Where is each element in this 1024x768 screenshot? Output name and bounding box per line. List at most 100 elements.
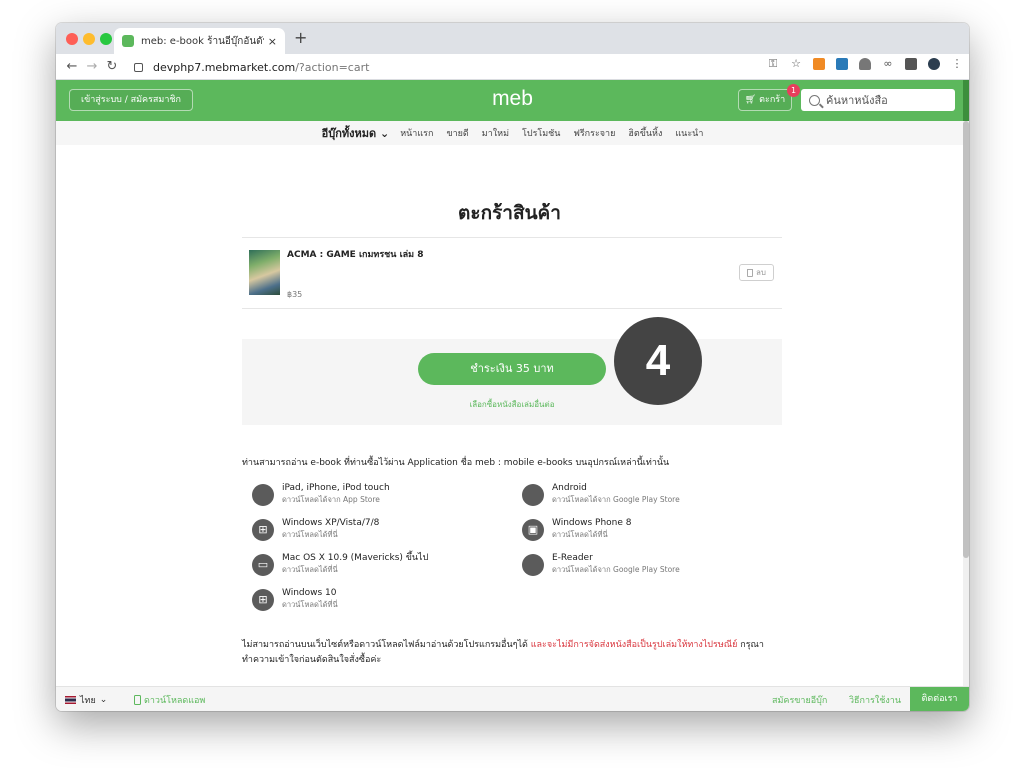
delete-button[interactable]: ลบ (739, 264, 774, 281)
close-window-button[interactable] (66, 33, 78, 45)
book-price: ฿35 (287, 290, 303, 299)
contact-us-button[interactable]: ติดต่อเรา (910, 687, 969, 711)
nav-item-bestseller[interactable]: ขายดี (446, 126, 468, 140)
search-icon[interactable] (809, 94, 820, 106)
book-cover-image[interactable] (249, 250, 280, 295)
platform-windows10[interactable]: ⊞ Windows 10 ดาวน์โหลดได้ที่นี่ (252, 587, 338, 611)
nav-all-ebooks[interactable]: อีบุ๊กทั้งหมด ⌄ (322, 124, 390, 142)
platform-ereader[interactable]: E-Reader ดาวน์โหลดได้จาก Google Play Stor… (522, 552, 680, 576)
windows-phone-icon: ▣ (522, 519, 544, 541)
profile-avatar-icon[interactable] (928, 58, 940, 70)
cart-icon: 🛒︎ (744, 95, 760, 105)
windows-icon: ⊞ (252, 519, 274, 541)
platform-ios[interactable]: iPad, iPhone, iPod touch ดาวน์โหลดได้จาก … (252, 482, 390, 506)
site-header: เข้าสู่ระบบ / สมัครสมาชิก meb 🛒︎ ตะกร้า … (56, 80, 969, 121)
platform-download: ดาวน์โหลดได้จาก Google Play Store (552, 565, 680, 574)
mac-icon: ▭ (252, 554, 274, 576)
reload-icon[interactable]: ↻ (102, 59, 122, 74)
android-icon (522, 484, 544, 506)
chevron-down-icon: ⌄ (99, 695, 108, 705)
ereader-icon (522, 554, 544, 576)
platform-windows-phone[interactable]: ▣ Windows Phone 8 ดาวน์โหลดได้ที่นี่ (522, 517, 632, 541)
download-app-link[interactable]: ดาวน์โหลดแอพ (134, 693, 205, 707)
nav-item-new[interactable]: มาใหม่ (482, 126, 509, 140)
platform-name: E-Reader (552, 553, 593, 563)
bookmark-star-icon[interactable]: ☆ (790, 58, 802, 70)
forward-arrow-icon[interactable]: → (82, 59, 102, 74)
pay-button[interactable]: ชำระเงิน 35 บาท (418, 353, 606, 385)
minimize-window-button[interactable] (83, 33, 95, 45)
nav-all-ebooks-label: อีบุ๊กทั้งหมด (321, 127, 377, 140)
chevron-down-icon: ⌄ (380, 127, 390, 140)
browser-toolbar: ← → ↻ devphp7.mebmarket.com /?action=car… (56, 54, 969, 80)
platform-list: iPad, iPhone, iPod touch ดาวน์โหลดได้จาก … (252, 482, 792, 622)
platform-android[interactable]: Android ดาวน์โหลดได้จาก Google Play Store (522, 482, 680, 506)
platform-name: iPad, iPhone, iPod touch (282, 483, 390, 493)
cart-page: ตะกร้าสินค้า ACMA : GAME เกมทรชน เล่ม 8 … (56, 145, 963, 686)
cart-label: ตะกร้า (759, 95, 786, 105)
nav-item-hits[interactable]: ฮิตขึ้นหิ้ง (628, 126, 662, 140)
search-input[interactable] (826, 93, 946, 107)
nav-item-recommended[interactable]: แนะนำ (675, 126, 703, 140)
sell-ebook-link[interactable]: สมัครขายอีบุ๊ก (772, 693, 827, 707)
book-title[interactable]: ACMA : GAME เกมทรชน เล่ม 8 (287, 247, 424, 261)
platform-windows[interactable]: ⊞ Windows XP/Vista/7/8 ดาวน์โหลดได้ที่นี่ (252, 517, 379, 541)
platform-download: ดาวน์โหลดได้จาก App Store (282, 495, 380, 504)
language-selector[interactable]: ไทย ⌄ (65, 693, 107, 707)
nav-item-home[interactable]: หน้าแรก (400, 126, 433, 140)
menu-dots-icon[interactable]: ⋮ (951, 58, 963, 70)
meb-favicon-icon (122, 35, 134, 47)
category-nav: อีบุ๊กทั้งหมด ⌄ หน้าแรก ขายดี มาใหม่ โปร… (56, 121, 969, 145)
tab-title: meb: e-book ร้านอีบุ๊กอันดับ 1 (พ... (141, 35, 264, 47)
platform-download: ดาวน์โหลดได้ที่นี่ (282, 565, 338, 574)
windows10-icon: ⊞ (252, 589, 274, 611)
link-icon[interactable]: ∞ (882, 58, 894, 70)
drive-icon[interactable] (859, 58, 871, 70)
platform-download: ดาวน์โหลดได้ที่นี่ (552, 530, 608, 539)
nav-item-free[interactable]: ฟรีกระจาย (573, 126, 615, 140)
delete-label: ลบ (756, 268, 766, 277)
search-box (801, 89, 955, 111)
cart-count-badge: 1 (787, 84, 800, 97)
nav-item-promotion[interactable]: โปรโมชัน (522, 126, 560, 140)
page-scrollbar[interactable] (963, 121, 969, 686)
platform-name: Windows 10 (282, 588, 337, 598)
platform-name: Android (552, 483, 587, 493)
url-host: devphp7.mebmarket.com (153, 60, 296, 74)
device-info-text: ท่านสามารถอ่าน e-book ที่ท่านซื้อไว้ผ่าน… (242, 458, 670, 468)
platform-download: ดาวน์โหลดได้ที่นี่ (282, 600, 338, 609)
browser-window: meb: e-book ร้านอีบุ๊กอันดับ 1 (พ... × +… (56, 23, 969, 711)
purchase-notice: ไม่สามารถอ่านบนเว็บไซต์หรือดาวน์โหลดไฟล์… (242, 638, 782, 668)
tab-close-icon[interactable]: × (268, 35, 277, 48)
continue-shopping-link[interactable]: เลือกซื้อหนังสือเล่มอื่นต่อ (242, 398, 782, 411)
address-bar[interactable]: devphp7.mebmarket.com /?action=cart (134, 57, 778, 77)
browser-tab[interactable]: meb: e-book ร้านอีบุ๊กอันดับ 1 (พ... × (114, 28, 285, 54)
extension-blue-icon[interactable] (836, 58, 848, 70)
page-title: ตะกร้าสินค้า (458, 202, 561, 224)
cart-item: ACMA : GAME เกมทรชน เล่ม 8 ฿35 ลบ (242, 237, 782, 309)
how-to-link[interactable]: วิธีการใช้งาน (849, 693, 901, 707)
platform-download: ดาวน์โหลดได้ที่นี่ (282, 530, 338, 539)
cart-button[interactable]: 🛒︎ ตะกร้า (738, 89, 792, 111)
bottom-bar: ไทย ⌄ ดาวน์โหลดแอพ สมัครขายอีบุ๊ก วิธีกา… (56, 686, 969, 711)
maximize-window-button[interactable] (100, 33, 112, 45)
language-label: ไทย (80, 696, 96, 706)
extension-orange-icon[interactable] (813, 58, 825, 70)
step-number-badge: 4 (614, 317, 702, 405)
thai-flag-icon (65, 696, 76, 704)
download-app-label: ดาวน์โหลดแอพ (144, 696, 206, 706)
new-tab-button[interactable]: + (294, 28, 307, 47)
platform-name: Mac OS X 10.9 (Mavericks) ขึ้นไป (282, 553, 429, 563)
trash-icon (747, 268, 753, 277)
platform-download: ดาวน์โหลดได้จาก Google Play Store (552, 495, 680, 504)
scrollbar-thumb[interactable] (963, 121, 969, 558)
tab-strip: meb: e-book ร้านอีบุ๊กอันดับ 1 (พ... × + (56, 23, 969, 54)
header-scroll-edge (963, 80, 969, 121)
key-icon[interactable]: ⚿ (767, 58, 779, 70)
apple-icon (252, 484, 274, 506)
facebook-icon[interactable] (905, 58, 917, 70)
platform-mac[interactable]: ▭ Mac OS X 10.9 (Mavericks) ขึ้นไปดาวน์โ… (252, 552, 428, 576)
back-arrow-icon[interactable]: ← (62, 59, 82, 74)
notice-text: ไม่สามารถอ่านบนเว็บไซต์หรือดาวน์โหลดไฟล์… (242, 640, 531, 650)
lock-icon (134, 62, 143, 72)
